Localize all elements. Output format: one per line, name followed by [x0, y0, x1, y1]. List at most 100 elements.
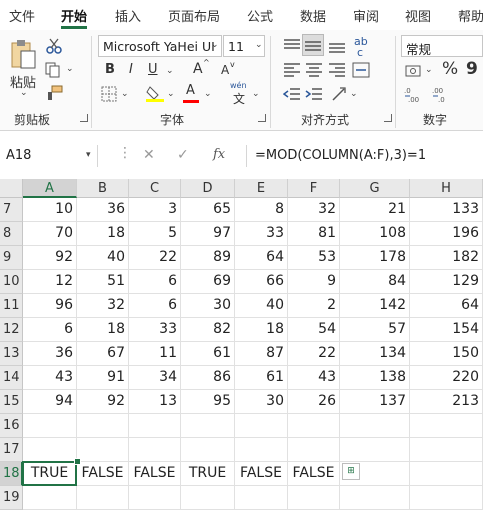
cell-d19[interactable]	[181, 486, 235, 510]
cell-e19[interactable]	[235, 486, 288, 510]
decrease-indent-icon[interactable]	[283, 86, 301, 102]
borders-icon[interactable]	[101, 86, 117, 102]
cell-h16[interactable]	[410, 414, 483, 438]
number-format-select[interactable]: 常规	[401, 35, 483, 57]
chevron-down-icon[interactable]: ⌄	[252, 89, 260, 99]
cell-f10[interactable]: 9	[288, 270, 340, 294]
cell-h19[interactable]	[410, 486, 483, 510]
cell-g19[interactable]	[340, 486, 410, 510]
fill-color-icon[interactable]	[146, 84, 164, 102]
cut-icon[interactable]	[46, 38, 62, 54]
cell-b13[interactable]: 67	[77, 342, 129, 366]
cell-d7[interactable]: 65	[181, 198, 235, 222]
cell-a17[interactable]	[23, 438, 77, 462]
chevron-down-icon[interactable]: ⌄	[121, 89, 129, 99]
cell-c9[interactable]: 22	[129, 246, 181, 270]
enter-icon[interactable]: ✓	[177, 147, 189, 163]
column-header-g[interactable]: G	[340, 179, 410, 198]
chevron-down-icon[interactable]: ▾	[86, 150, 91, 160]
cell-f8[interactable]: 81	[288, 222, 340, 246]
cell-e16[interactable]	[235, 414, 288, 438]
cell-c10[interactable]: 6	[129, 270, 181, 294]
cell-e15[interactable]: 30	[235, 390, 288, 414]
paste-button[interactable]: 粘贴 ⌄	[6, 36, 40, 98]
cell-f16[interactable]	[288, 414, 340, 438]
cell-d17[interactable]	[181, 438, 235, 462]
column-header-e[interactable]: E	[235, 179, 288, 198]
cell-g13[interactable]: 134	[340, 342, 410, 366]
cell-f17[interactable]	[288, 438, 340, 462]
cell-e14[interactable]: 61	[235, 366, 288, 390]
cell-e18[interactable]: FALSE	[235, 462, 288, 486]
cell-f19[interactable]	[288, 486, 340, 510]
cell-g16[interactable]	[340, 414, 410, 438]
chevron-down-icon[interactable]: ⌄	[204, 89, 212, 99]
chevron-down-icon[interactable]: ⌄	[166, 66, 174, 76]
cell-e12[interactable]: 18	[235, 318, 288, 342]
formula-input[interactable]: =MOD(COLUMN(A:F),3)=1	[246, 145, 483, 167]
underline-button[interactable]: U	[148, 62, 158, 77]
cell-e8[interactable]: 33	[235, 222, 288, 246]
row-header-11[interactable]: 11	[0, 294, 23, 318]
cell-g12[interactable]: 57	[340, 318, 410, 342]
row-header-9[interactable]: 9	[0, 246, 23, 270]
column-header-f[interactable]: F	[288, 179, 340, 198]
row-header-17[interactable]: 17	[0, 438, 23, 462]
cell-f15[interactable]: 26	[288, 390, 340, 414]
align-bottom-icon[interactable]	[328, 38, 346, 54]
cell-b9[interactable]: 40	[77, 246, 129, 270]
tab-help[interactable]: 帮助	[458, 6, 483, 25]
cell-b11[interactable]: 32	[77, 294, 129, 318]
align-top-icon[interactable]	[283, 38, 301, 54]
row-header-12[interactable]: 12	[0, 318, 23, 342]
cell-h11[interactable]: 64	[410, 294, 483, 318]
cell-b8[interactable]: 18	[77, 222, 129, 246]
cell-d11[interactable]: 30	[181, 294, 235, 318]
cell-h18[interactable]	[410, 462, 483, 486]
cell-d16[interactable]	[181, 414, 235, 438]
grow-font-button[interactable]: A	[193, 61, 203, 77]
tab-home[interactable]: 开始	[61, 6, 87, 25]
quick-analysis-icon[interactable]: ⊞	[342, 463, 360, 480]
cell-e17[interactable]	[235, 438, 288, 462]
tab-data[interactable]: 数据	[300, 6, 326, 25]
cell-b15[interactable]: 92	[77, 390, 129, 414]
tab-insert[interactable]: 插入	[115, 6, 141, 25]
tab-page-layout[interactable]: 页面布局	[168, 6, 220, 25]
column-header-c[interactable]: C	[129, 179, 181, 198]
column-header-b[interactable]: B	[77, 179, 129, 198]
cell-c15[interactable]: 13	[129, 390, 181, 414]
phonetic-guide-button[interactable]: 文	[233, 90, 245, 107]
tab-review[interactable]: 审阅	[353, 6, 379, 25]
alignment-dialog-launcher[interactable]	[384, 114, 392, 122]
column-header-h[interactable]: H	[410, 179, 483, 198]
cell-g15[interactable]: 137	[340, 390, 410, 414]
cell-a13[interactable]: 36	[23, 342, 77, 366]
row-header-19[interactable]: 19	[0, 486, 23, 510]
cell-c18[interactable]: FALSE	[129, 462, 181, 486]
cell-g17[interactable]	[340, 438, 410, 462]
cell-h8[interactable]: 196	[410, 222, 483, 246]
cell-f7[interactable]: 32	[288, 198, 340, 222]
merge-center-icon[interactable]	[352, 62, 370, 78]
cell-g14[interactable]: 138	[340, 366, 410, 390]
cell-e11[interactable]: 40	[235, 294, 288, 318]
cell-e10[interactable]: 66	[235, 270, 288, 294]
cell-d15[interactable]: 95	[181, 390, 235, 414]
row-header-8[interactable]: 8	[0, 222, 23, 246]
cell-f13[interactable]: 22	[288, 342, 340, 366]
cell-a10[interactable]: 12	[23, 270, 77, 294]
cell-d13[interactable]: 61	[181, 342, 235, 366]
cell-a14[interactable]: 43	[23, 366, 77, 390]
row-header-7[interactable]: 7	[0, 198, 23, 222]
cell-h9[interactable]: 182	[410, 246, 483, 270]
cancel-icon[interactable]: ✕	[143, 147, 155, 163]
row-header-14[interactable]: 14	[0, 366, 23, 390]
percent-style-button[interactable]: %	[442, 59, 458, 79]
active-cell[interactable]: TRUE	[22, 461, 77, 486]
cell-f12[interactable]: 54	[288, 318, 340, 342]
cell-g9[interactable]: 178	[340, 246, 410, 270]
cell-h15[interactable]: 213	[410, 390, 483, 414]
cell-a11[interactable]: 96	[23, 294, 77, 318]
tab-file[interactable]: 文件	[9, 6, 35, 25]
